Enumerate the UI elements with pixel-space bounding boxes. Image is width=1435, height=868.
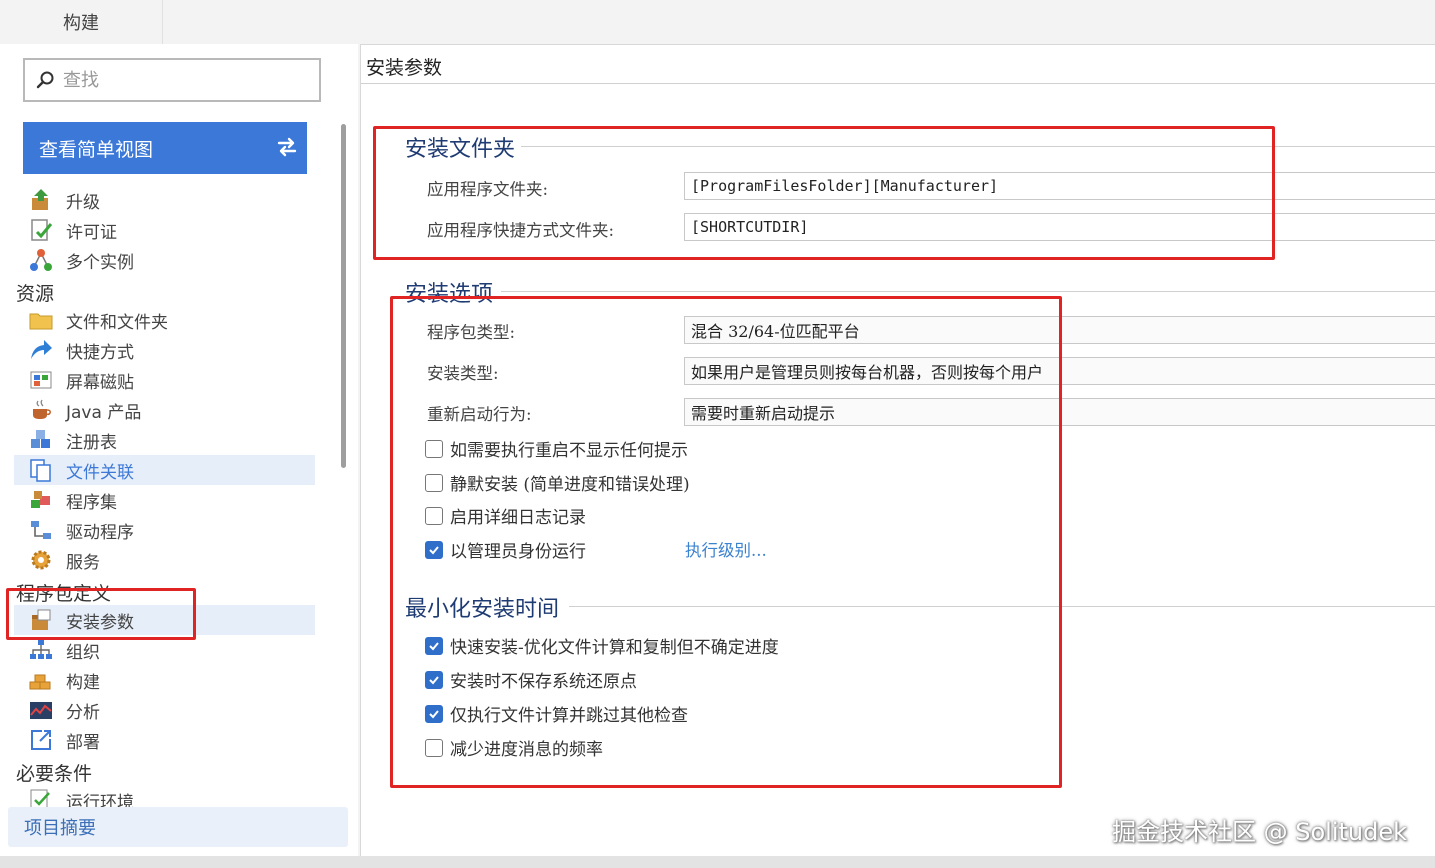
analysis-chart-icon — [30, 702, 52, 719]
license-check-icon — [31, 219, 53, 241]
project-summary-item[interactable]: 项目摘要 — [8, 807, 348, 847]
assembly-icon — [31, 491, 50, 508]
section-resources: 资源 — [16, 283, 55, 305]
build-bricks-icon — [29, 674, 51, 690]
java-cup-icon — [33, 399, 51, 419]
sidebar-item-drivers[interactable]: 驱动程序 — [28, 515, 315, 545]
sidebar-item-assemblies[interactable]: 程序集 — [28, 485, 315, 515]
sidebar-item-shortcuts[interactable]: 快捷方式 — [28, 335, 315, 365]
sidebar-item-file-association[interactable]: 文件关联 — [14, 455, 315, 485]
sidebar-item-upgrade[interactable]: 升级 — [28, 185, 315, 215]
watermark-text: 掘金技术社区 @ Solitudek — [1112, 818, 1408, 846]
driver-icon — [31, 521, 51, 539]
sidebar-item-license[interactable]: 许可证 — [28, 215, 315, 245]
organization-icon — [30, 640, 52, 659]
upgrade-box-icon — [32, 189, 48, 210]
highlight-install-folder — [373, 126, 1275, 260]
sidebar-item-instances[interactable]: 多个实例 — [28, 245, 315, 275]
group-divider — [501, 291, 1435, 292]
file-association-icon — [30, 459, 51, 482]
swap-arrows-icon — [277, 137, 297, 157]
sidebar-item-java[interactable]: Java 产品 — [28, 395, 315, 425]
page-title: 安装参数 — [366, 57, 443, 79]
sidebar-item-deploy[interactable]: 部署 — [28, 725, 315, 755]
search-box[interactable] — [23, 58, 321, 102]
sidebar-item-analysis[interactable]: 分析 — [28, 695, 315, 725]
title-divider — [361, 83, 1435, 84]
top-tab-strip: 构建 — [0, 0, 1435, 44]
folder-icon — [29, 313, 53, 330]
tiles-icon — [30, 371, 52, 389]
sidebar-scrollbar[interactable] — [341, 124, 346, 468]
sidebar-item-services[interactable]: 服务 — [28, 545, 315, 575]
sidebar-item-registry[interactable]: 注册表 — [28, 425, 315, 455]
instances-icon — [30, 249, 52, 271]
sidebar: 查看简单视图 升级 许可证 多个实例 资源 文件和文件夹 快捷方式 — [0, 44, 358, 856]
tab-build[interactable]: 构建 — [0, 0, 163, 44]
sidebar-item-files-folders[interactable]: 文件和文件夹 — [28, 305, 315, 335]
section-prerequisites: 必要条件 — [16, 763, 93, 785]
registry-cubes-icon — [31, 430, 50, 448]
sidebar-item-screen-tiles[interactable]: 屏幕磁贴 — [28, 365, 315, 395]
service-gear-icon — [31, 550, 51, 570]
simple-view-button[interactable]: 查看简单视图 — [23, 122, 307, 174]
highlight-install-options — [390, 296, 1062, 788]
sidebar-item-build[interactable]: 构建 — [28, 665, 315, 695]
shortcut-arrow-icon — [31, 340, 52, 359]
search-input[interactable] — [61, 68, 295, 92]
simple-view-label: 查看简单视图 — [39, 138, 154, 161]
search-icon — [36, 71, 54, 89]
highlight-sidebar-install-params — [6, 588, 196, 640]
deploy-icon — [31, 730, 51, 750]
bottom-status-strip — [0, 856, 1435, 868]
